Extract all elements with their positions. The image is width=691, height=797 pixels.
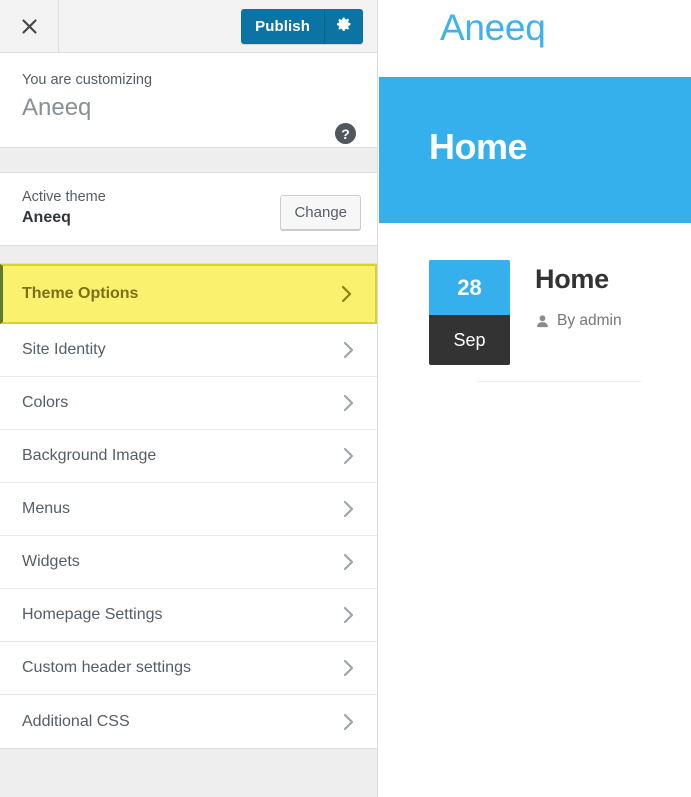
panel-item-label: Menus: [22, 500, 71, 517]
preview-site-title: Aneeq: [440, 7, 546, 48]
customizer-header: Publish: [0, 0, 377, 53]
chevron-right-icon: [340, 284, 353, 304]
panel-item-label: Colors: [22, 394, 69, 411]
panel-item-label: Theme Options: [22, 285, 139, 302]
panel-item-site-identity[interactable]: Site Identity: [0, 324, 377, 377]
chevron-right-icon: [342, 552, 355, 572]
post-date-month: Sep: [429, 315, 510, 365]
chevron-right-icon: [342, 393, 355, 413]
customizer-panel-list: Theme Options Site Identity Colors Backgrou…: [0, 264, 377, 749]
chevron-right-icon: [342, 340, 355, 360]
help-icon[interactable]: ?: [335, 123, 356, 144]
chevron-right-icon: [342, 658, 355, 678]
preview-hero-banner: Home: [379, 77, 691, 223]
close-customizer-button[interactable]: [0, 0, 59, 52]
sidebar-spacer-mid: [0, 246, 377, 264]
publish-button[interactable]: Publish: [241, 9, 324, 44]
panel-item-label: Additional CSS: [22, 712, 130, 730]
chevron-right-icon: [342, 499, 355, 519]
customizing-label: You are customizing: [22, 72, 153, 88]
chevron-right-icon: [342, 446, 355, 466]
publish-button-group: Publish: [241, 9, 363, 44]
panel-item-menus[interactable]: Menus: [0, 483, 377, 536]
panel-item-colors[interactable]: Colors: [0, 377, 377, 430]
customizer-sidebar: Publish You are customizing Aneeq ? Acti…: [0, 0, 378, 797]
site-preview: Aneeq Home 28 Sep Home By admin: [379, 0, 691, 797]
panel-item-label: Widgets: [22, 553, 80, 570]
panel-item-label: Homepage Settings: [22, 606, 163, 623]
gear-icon: [336, 16, 352, 37]
panel-item-custom-header-settings[interactable]: Custom header settings: [0, 642, 377, 695]
customizing-info: You are customizing Aneeq ?: [0, 53, 377, 148]
change-theme-button[interactable]: Change: [280, 195, 361, 230]
panel-item-label: Custom header settings: [22, 659, 191, 676]
post-divider: [477, 381, 641, 382]
chevron-right-icon: [342, 712, 355, 732]
customizer-screen: Publish You are customizing Aneeq ? Acti…: [0, 0, 691, 797]
close-x-icon: [21, 18, 38, 35]
post-date-day: 28: [429, 260, 510, 315]
publish-settings-button[interactable]: [324, 9, 363, 44]
post-title[interactable]: Home: [535, 262, 691, 296]
post-meta: By admin: [535, 312, 691, 330]
chevron-right-icon: [342, 605, 355, 625]
post-body: Home By admin: [535, 260, 691, 330]
preview-post: 28 Sep Home By admin: [379, 223, 691, 382]
panel-item-widgets[interactable]: Widgets: [0, 536, 377, 589]
sidebar-spacer-top: [0, 148, 377, 173]
panel-item-homepage-settings[interactable]: Homepage Settings: [0, 589, 377, 642]
sidebar-footer: [0, 749, 377, 797]
customizing-site-title: Aneeq: [22, 94, 92, 121]
user-icon: [535, 314, 550, 329]
panel-item-background-image[interactable]: Background Image: [0, 430, 377, 483]
post-author-text: By admin: [557, 312, 622, 329]
post-date-badge: 28 Sep: [429, 260, 510, 365]
panel-item-theme-options[interactable]: Theme Options: [0, 264, 377, 324]
panel-item-label: Background Image: [22, 447, 157, 464]
panel-item-additional-css[interactable]: Additional CSS: [0, 695, 377, 748]
preview-hero-title: Home: [429, 126, 528, 167]
active-theme-section: Active theme Aneeq Change: [0, 173, 377, 246]
panel-item-label: Site Identity: [22, 341, 106, 358]
